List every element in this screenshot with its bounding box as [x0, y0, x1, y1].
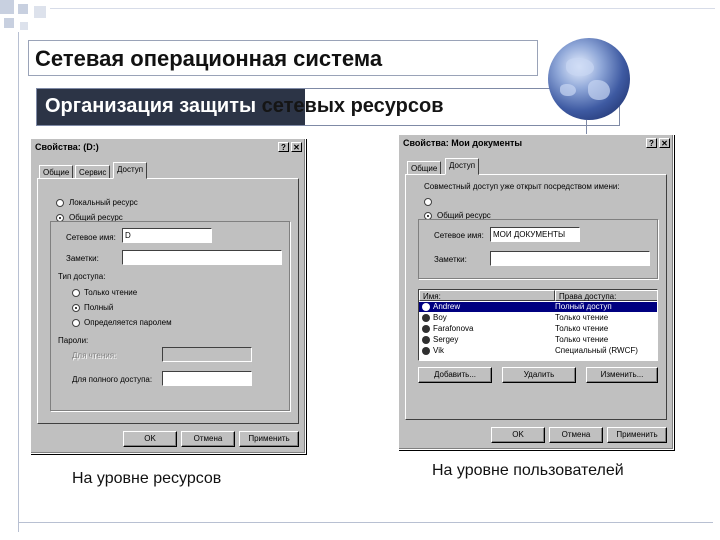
- radio-local-resource[interactable]: [56, 199, 64, 207]
- ok-button[interactable]: OK: [491, 427, 545, 443]
- tab-general[interactable]: Общие: [407, 161, 442, 175]
- decor-line: [50, 8, 715, 9]
- dialog-title: Свойства: Мои документы: [403, 138, 523, 148]
- edit-user-button[interactable]: Изменить...: [586, 367, 658, 383]
- user-permission-row[interactable]: Farafonova Только чтение: [419, 324, 657, 334]
- slide-title: Сетевая операционная система: [35, 46, 383, 71]
- subtitle-part1: Организация защиты: [45, 95, 257, 117]
- share-name-label: Сетевое имя:: [434, 231, 484, 240]
- radio-readonly-label: Только чтение: [84, 288, 138, 297]
- dialog-titlebar: Свойства: (D:) ? ✕: [33, 141, 303, 155]
- properties-dialog-my-documents: Свойства: Мои документы ? ✕ Общие Доступ…: [398, 134, 674, 450]
- share-name-label: Сетевое имя:: [66, 233, 116, 242]
- user-name: Vik: [433, 346, 444, 355]
- cancel-button[interactable]: Отмена: [181, 431, 235, 447]
- user-name: Boy: [433, 313, 447, 322]
- password-full-label: Для полного доступа:: [72, 375, 153, 384]
- radio-not-shared[interactable]: [424, 198, 432, 206]
- caption-user-level: На уровне пользователей: [432, 462, 624, 479]
- radio-full-label: Полный: [84, 303, 114, 312]
- user-permission-row[interactable]: Vik Специальный (RWCF): [419, 346, 657, 356]
- user-rights: Только чтение: [555, 313, 609, 322]
- decor-square: [0, 0, 14, 14]
- ok-button[interactable]: OK: [123, 431, 177, 447]
- tab-panel: Совместный доступ уже открыт посредством…: [405, 174, 667, 420]
- decor-line: [18, 522, 713, 523]
- tab-service[interactable]: Сервис: [75, 165, 111, 179]
- passwords-label: Пароли:: [58, 336, 89, 345]
- user-rights: Только чтение: [555, 335, 609, 344]
- subtitle-bar: Организация защиты сетевых ресурсов: [36, 88, 620, 126]
- user-icon: [422, 325, 430, 333]
- tab-sharing[interactable]: Доступ: [445, 158, 480, 175]
- user-permission-row[interactable]: Sergey Только чтение: [419, 335, 657, 345]
- radio-depends-password[interactable]: [72, 319, 80, 327]
- user-icon: [422, 303, 430, 311]
- user-rights: Полный доступ: [555, 302, 612, 311]
- password-read-label: Для чтения:: [72, 351, 117, 360]
- tab-general[interactable]: Общие: [39, 165, 74, 179]
- user-name: Sergey: [433, 335, 459, 344]
- user-icon: [422, 336, 430, 344]
- apply-button[interactable]: Применить: [607, 427, 667, 443]
- user-rights: Только чтение: [555, 324, 609, 333]
- user-name: Andrew: [433, 302, 461, 311]
- apply-button[interactable]: Применить: [239, 431, 299, 447]
- column-header-rights[interactable]: Права доступа:: [555, 290, 657, 301]
- user-permission-row[interactable]: Boy Только чтение: [419, 313, 657, 323]
- cancel-button[interactable]: Отмена: [549, 427, 603, 443]
- radio-readonly[interactable]: [72, 289, 80, 297]
- decor-square: [18, 4, 28, 14]
- user-name: Farafonova: [433, 324, 474, 333]
- password-full-input[interactable]: [162, 371, 252, 386]
- share-name-input[interactable]: МОИ ДОКУМЕНТЫ: [490, 227, 580, 242]
- user-permission-row[interactable]: Andrew Полный доступ: [419, 302, 657, 312]
- column-header-name[interactable]: Имя:: [419, 290, 555, 301]
- comment-input[interactable]: [490, 251, 650, 266]
- comment-label: Заметки:: [66, 254, 99, 263]
- user-icon: [422, 314, 430, 322]
- slide-title-box: Сетевая операционная система: [28, 40, 538, 76]
- globe-icon: [548, 38, 630, 120]
- permissions-list[interactable]: Имя: Права доступа: Andrew Полный доступ B…: [418, 289, 658, 361]
- decor-square: [20, 22, 28, 30]
- radio-local-label: Локальный ресурс: [69, 198, 138, 207]
- decor-square: [34, 6, 46, 18]
- dialog-titlebar: Свойства: Мои документы ? ✕: [401, 137, 671, 151]
- properties-dialog-drive: Свойства: (D:) ? ✕ Общие Сервис Доступ Л…: [30, 138, 306, 454]
- decor-square: [4, 18, 14, 28]
- tab-panel: Локальный ресурс Общий ресурс Сетевое им…: [37, 178, 299, 424]
- password-read-input: [162, 347, 252, 362]
- comment-label: Заметки:: [434, 255, 467, 264]
- remove-user-button[interactable]: Удалить: [502, 367, 576, 383]
- help-icon[interactable]: ?: [646, 138, 657, 148]
- share-name-input[interactable]: D: [122, 228, 212, 243]
- subtitle-part2: сетевых ресурсов: [256, 95, 444, 117]
- radio-full[interactable]: [72, 304, 80, 312]
- add-user-button[interactable]: Добавить...: [418, 367, 492, 383]
- user-icon: [422, 347, 430, 355]
- close-icon[interactable]: ✕: [291, 142, 302, 152]
- subtitle-text: Организация защиты сетевых ресурсов: [45, 95, 444, 118]
- decor-line: [18, 32, 19, 532]
- tab-sharing[interactable]: Доступ: [113, 162, 148, 179]
- user-rights: Специальный (RWCF): [555, 346, 638, 355]
- help-icon[interactable]: ?: [278, 142, 289, 152]
- access-type-label: Тип доступа:: [58, 272, 106, 281]
- close-icon[interactable]: ✕: [659, 138, 670, 148]
- shared-as-label: Совместный доступ уже открыт посредством…: [424, 182, 620, 191]
- radio-depends-label: Определяется паролем: [84, 318, 172, 327]
- dialog-title: Свойства: (D:): [35, 142, 99, 152]
- comment-input[interactable]: [122, 250, 282, 265]
- caption-resource-level: На уровне ресурсов: [72, 470, 222, 487]
